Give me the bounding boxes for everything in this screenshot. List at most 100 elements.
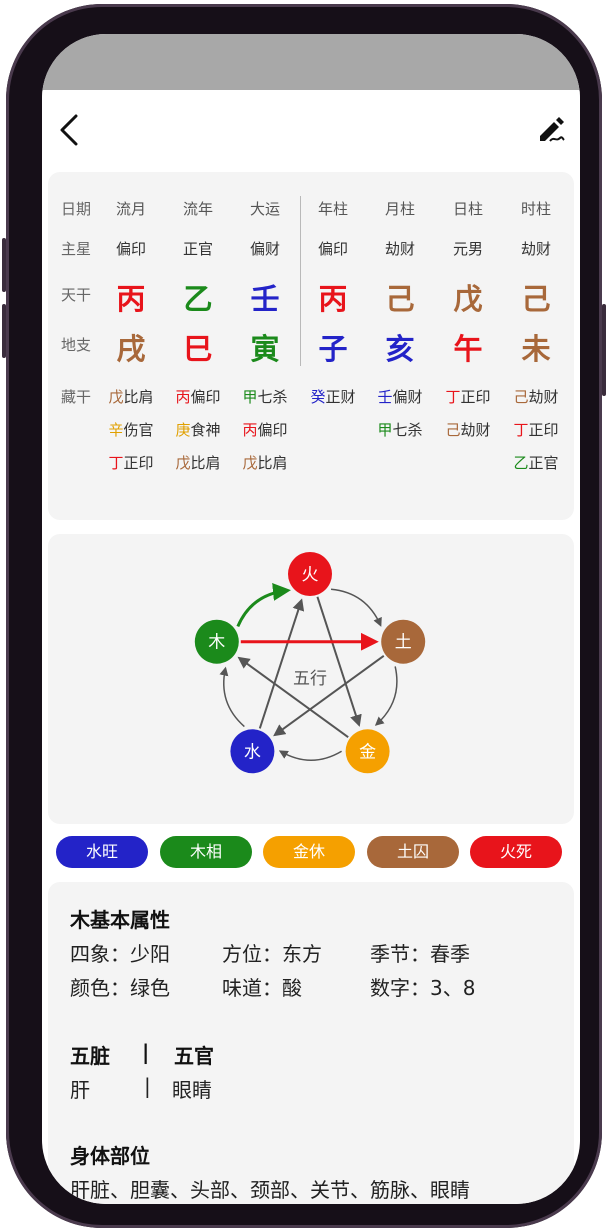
canggan-stem: 甲 xyxy=(377,421,393,439)
canggan-item: 庚食神 xyxy=(164,419,232,440)
wuxing-node-label: 土 xyxy=(395,633,412,653)
canggan-stem: 丁 xyxy=(108,454,124,472)
dizhi-char: 寅 xyxy=(250,332,280,366)
dizhi-char: 戌 xyxy=(116,332,146,366)
canggan-god: 七杀 xyxy=(392,421,423,439)
zhuxing-label: 主星 xyxy=(60,240,91,258)
canggan-item: 丙偏印 xyxy=(231,419,299,440)
tiangan-char: 己 xyxy=(385,282,415,316)
header-liunian: 流年 xyxy=(182,200,213,218)
tag-mu-xiang[interactable]: 木相 xyxy=(160,836,252,868)
header-liuyue: 流月 xyxy=(115,200,146,218)
wuxing-node[interactable]: 火 xyxy=(288,552,332,596)
dizhi-label: 地支 xyxy=(60,336,91,354)
canggan-stem: 辛 xyxy=(108,421,124,439)
wuxing-state-tags: 水旺 木相 金休 土囚 火死 xyxy=(56,836,566,870)
info-yanse: 颜色：绿色 xyxy=(70,976,170,1000)
wuxing-node-label: 木 xyxy=(208,633,225,653)
canggan-god: 正印 xyxy=(460,388,491,406)
canggan-stem: 戊 xyxy=(242,454,258,472)
canggan-item: 丁正印 xyxy=(434,386,502,407)
back-button[interactable] xyxy=(56,112,86,148)
info-fangwei: 方位：东方 xyxy=(222,942,322,966)
tag-jin-xiu[interactable]: 金休 xyxy=(263,836,355,868)
canggan-item: 甲七杀 xyxy=(366,419,434,440)
zhuxing-cell: 元男 xyxy=(452,240,483,258)
canggan-stem: 庚 xyxy=(175,421,191,439)
canggan-god: 比肩 xyxy=(123,388,154,406)
dizhi-char: 午 xyxy=(453,332,483,366)
generating-arrow xyxy=(374,666,398,726)
wuxing-cycle-svg: 五行 火土金 水 木 xyxy=(194,552,426,774)
canggan-item: 壬偏财 xyxy=(366,386,434,407)
title-separator: | xyxy=(142,1040,150,1064)
canggan-item: 己劫财 xyxy=(502,386,570,407)
volume-down-button xyxy=(2,304,6,358)
pen-edit-icon xyxy=(540,117,565,142)
power-button xyxy=(602,304,606,396)
wuxing-node-label: 金 xyxy=(359,742,376,762)
tiangan-char: 丙 xyxy=(116,282,146,316)
wuguan-value: 眼睛 xyxy=(172,1078,212,1102)
volume-up-button xyxy=(2,238,6,292)
tiangan-char: 己 xyxy=(521,282,551,316)
element-info-card: 木基本属性 四象：少阳 方位：东方 季节：春季 颜色：绿色 味道：酸 数字：3、… xyxy=(48,882,574,1204)
zhuxing-cell: 偏印 xyxy=(317,240,348,258)
phone-frame: 日期 流月 流年 大运 年柱 月柱 日柱 时柱 主星 偏印 正官 偏财 偏印 劫财 元男劫… xyxy=(2,4,606,1228)
tiangan-char: 丙 xyxy=(318,282,348,316)
canggan-god: 正财 xyxy=(325,388,356,406)
canggan-stem: 癸 xyxy=(310,388,326,406)
header-nianzhu: 年柱 xyxy=(317,200,348,218)
wuxing-node[interactable]: 土 xyxy=(381,619,426,664)
zhuxing-cell: 劫财 xyxy=(384,240,415,258)
canggan-item: 己劫财 xyxy=(434,419,502,440)
dizhi-char: 子 xyxy=(318,332,348,366)
column-divider xyxy=(300,196,301,366)
canggan-item: 丁正印 xyxy=(97,452,165,473)
generating-arrow xyxy=(330,588,382,627)
wuzang-title: 五脏 xyxy=(70,1044,110,1068)
tag-huo-si[interactable]: 火死 xyxy=(470,836,562,868)
tiangan-char: 戊 xyxy=(453,282,483,316)
canggan-item: 乙正官 xyxy=(502,452,570,473)
canggan-item: 辛伤官 xyxy=(97,419,165,440)
wuxing-center-label: 五行 xyxy=(293,669,327,689)
wuxing-node[interactable]: 木 xyxy=(194,619,239,664)
tag-shui-wang[interactable]: 水旺 xyxy=(56,836,148,868)
header-yuezhu: 月柱 xyxy=(384,200,415,218)
zhuxing-cell: 偏印 xyxy=(115,240,146,258)
canggan-item: 戊比肩 xyxy=(164,452,232,473)
canggan-god: 比肩 xyxy=(257,454,288,472)
wuxing-node[interactable]: 水 xyxy=(230,729,275,774)
canggan-stem: 己 xyxy=(513,388,529,406)
wuxing-node[interactable]: 金 xyxy=(345,729,390,774)
canggan-stem: 乙 xyxy=(513,454,529,472)
header-date: 日期 xyxy=(60,200,91,218)
generating-arrow xyxy=(236,582,291,628)
body-parts-value: 肝脏、胆囊、头部、颈部、关节、筋脉、眼睛 xyxy=(70,1178,470,1202)
edit-button[interactable] xyxy=(536,114,566,144)
canggan-god: 正官 xyxy=(528,454,559,472)
canggan-god: 食神 xyxy=(190,421,221,439)
canggan-item: 戊比肩 xyxy=(97,386,165,407)
dizhi-char: 巳 xyxy=(183,332,213,366)
canggan-stem: 戊 xyxy=(175,454,191,472)
wuguan-title: 五官 xyxy=(174,1044,214,1068)
canggan-stem: 丁 xyxy=(445,388,461,406)
zhuxing-cell: 劫财 xyxy=(520,240,551,258)
canggan-stem: 丙 xyxy=(242,421,258,439)
tag-tu-qiu[interactable]: 土囚 xyxy=(367,836,459,868)
tiangan-char: 壬 xyxy=(250,282,280,316)
tiangan-label: 天干 xyxy=(60,286,91,304)
canggan-item: 癸正财 xyxy=(299,386,367,407)
canggan-god: 比肩 xyxy=(190,454,221,472)
tiangan-char: 乙 xyxy=(183,282,213,316)
canggan-stem: 丁 xyxy=(513,421,529,439)
header-shizhu: 时柱 xyxy=(520,200,551,218)
canggan-stem: 甲 xyxy=(242,388,258,406)
generating-arrow xyxy=(219,666,245,728)
canggan-label: 藏干 xyxy=(60,388,91,406)
chevron-left-icon xyxy=(60,114,78,146)
canggan-god: 正印 xyxy=(528,421,559,439)
canggan-stem: 丙 xyxy=(175,388,191,406)
